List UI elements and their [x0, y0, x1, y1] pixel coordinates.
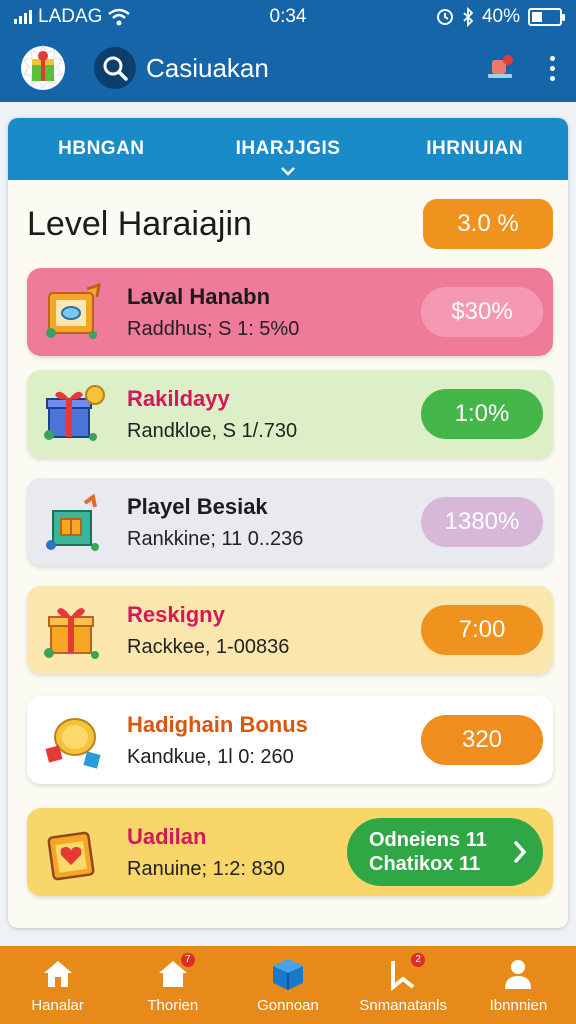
app-bar: Casiuakan [0, 34, 576, 102]
home-icon [43, 960, 72, 987]
carrier-label: LADAG [38, 6, 103, 27]
wifi-icon [108, 8, 131, 26]
row-subtitle: Rackkee, 1-00836 [127, 635, 290, 658]
row-title: Uadilan [127, 823, 207, 849]
row-action-button[interactable]: Odneiens 11 Chatikox 11 [347, 818, 543, 886]
notification-button[interactable] [482, 50, 518, 86]
nav-label: Ibnnnien [489, 996, 548, 1014]
status-time: 0:34 [269, 6, 307, 27]
heart-card-icon [47, 831, 95, 881]
main-card: HBNGAN IHARJJGIS IHRNUIAN Level Haraiaji… [8, 118, 568, 928]
nav-label: Snmanatanls [359, 996, 447, 1014]
row-value-pill[interactable]: $30% [421, 287, 543, 337]
signal-icon [14, 10, 32, 24]
tab-ihrnuian[interactable]: IHRNUIAN [381, 118, 568, 180]
alarm-icon [436, 9, 453, 25]
nav-label: Thorien [147, 996, 199, 1014]
nav-item-profile[interactable]: Ibnnnien [461, 946, 576, 1024]
tab-label: IHARJJGIS [235, 138, 341, 159]
row-subtitle: Rankkine; 11 0..236 [127, 527, 304, 550]
bluetooth-icon [463, 7, 474, 27]
tab-label: IHRNUIAN [426, 138, 524, 159]
app-title: Casiuakan [146, 52, 269, 83]
row-subtitle: Raddhus; S 1: 5%0 [127, 317, 300, 340]
list-item[interactable]: Hadighain Bonus Kandkue, 1l 0: 260 320 [27, 696, 553, 784]
battery-icon [528, 8, 565, 26]
more-menu-icon[interactable] [546, 55, 558, 81]
status-bar: LADAG 0:34 40% [0, 0, 576, 34]
search-icon [103, 56, 128, 81]
section-value-badge[interactable]: 3.0 % [423, 199, 553, 249]
row-subtitle: Randkloe, S 1/.730 [127, 419, 298, 442]
battery-percent: 40% [481, 6, 520, 27]
row-title: Laval Hanabn [127, 283, 271, 309]
cube-icon [273, 958, 303, 990]
nav-badge: 7 [180, 952, 195, 967]
frame-icon [46, 282, 101, 339]
row-value-pill[interactable]: 1:0% [421, 389, 543, 439]
section-header: Level Haraiajin 3.0 % [8, 180, 568, 268]
row-subtitle: Kandkue, 1l 0: 260 [127, 745, 294, 768]
row-title: Playel Besiak [127, 493, 268, 519]
section-title: Level Haraiajin [27, 204, 252, 243]
house-badge-icon: 7 [155, 952, 195, 991]
profile-icon [505, 959, 532, 989]
nav-badge: 2 [411, 952, 426, 967]
gift-house-icon [46, 493, 99, 551]
chevron-right-icon [514, 841, 527, 863]
app-logo-icon [21, 44, 65, 91]
gift-box-icon [44, 385, 105, 441]
coins-icon [45, 718, 101, 769]
row-value-pill[interactable]: 1380% [421, 497, 543, 547]
nav-item-home[interactable]: Hanalar [0, 946, 115, 1024]
nav-item-gonnoan[interactable]: Gonnoan [230, 946, 345, 1024]
row-subtitle: Ranuine; 1:2: 830 [127, 857, 285, 880]
tab-iharjjgis[interactable]: IHARJJGIS [195, 118, 382, 180]
list-item[interactable]: Reskigny Rackkee, 1-00836 7:00 [27, 586, 553, 674]
notification-icon [488, 55, 513, 78]
nav-label: Gonnoan [257, 996, 319, 1014]
row-title: Reskigny [127, 601, 225, 627]
action-line-2: Chatikox 11 [369, 853, 481, 875]
chevron-down-icon [281, 167, 295, 176]
tab-hbngan[interactable]: HBNGAN [8, 118, 195, 180]
bottom-nav: Hanalar 7 Thorien Gonnoan 2 Snmanatanls … [0, 946, 576, 1024]
row-title: Hadighain Bonus [127, 711, 308, 737]
bookmark-badge-icon: 2 [385, 952, 426, 991]
list-item[interactable]: Rakildayy Randkloe, S 1/.730 1:0% [27, 370, 553, 458]
action-line-1: Odneiens 11 [369, 829, 487, 851]
search-button[interactable] [94, 47, 136, 89]
list-item[interactable]: Playel Besiak Rankkine; 11 0..236 1380% [27, 478, 553, 566]
tab-bar: HBNGAN IHARJJGIS IHRNUIAN [8, 118, 568, 180]
nav-item-thorien[interactable]: 7 Thorien [115, 946, 230, 1024]
nav-item-snmanatanls[interactable]: 2 Snmanatanls [346, 946, 461, 1024]
row-value-pill[interactable]: 7:00 [421, 605, 543, 655]
nav-label: Hanalar [31, 996, 84, 1014]
row-value-pill[interactable]: 320 [421, 715, 543, 765]
tab-label: HBNGAN [58, 138, 145, 159]
list-item[interactable]: Laval Hanabn Raddhus; S 1: 5%0 $30% [27, 268, 553, 356]
list-item[interactable]: Uadilan Ranuine; 1:2: 830 Odneiens 11 Ch… [27, 808, 553, 896]
row-title: Rakildayy [127, 385, 230, 411]
gift-box-icon [44, 608, 99, 659]
